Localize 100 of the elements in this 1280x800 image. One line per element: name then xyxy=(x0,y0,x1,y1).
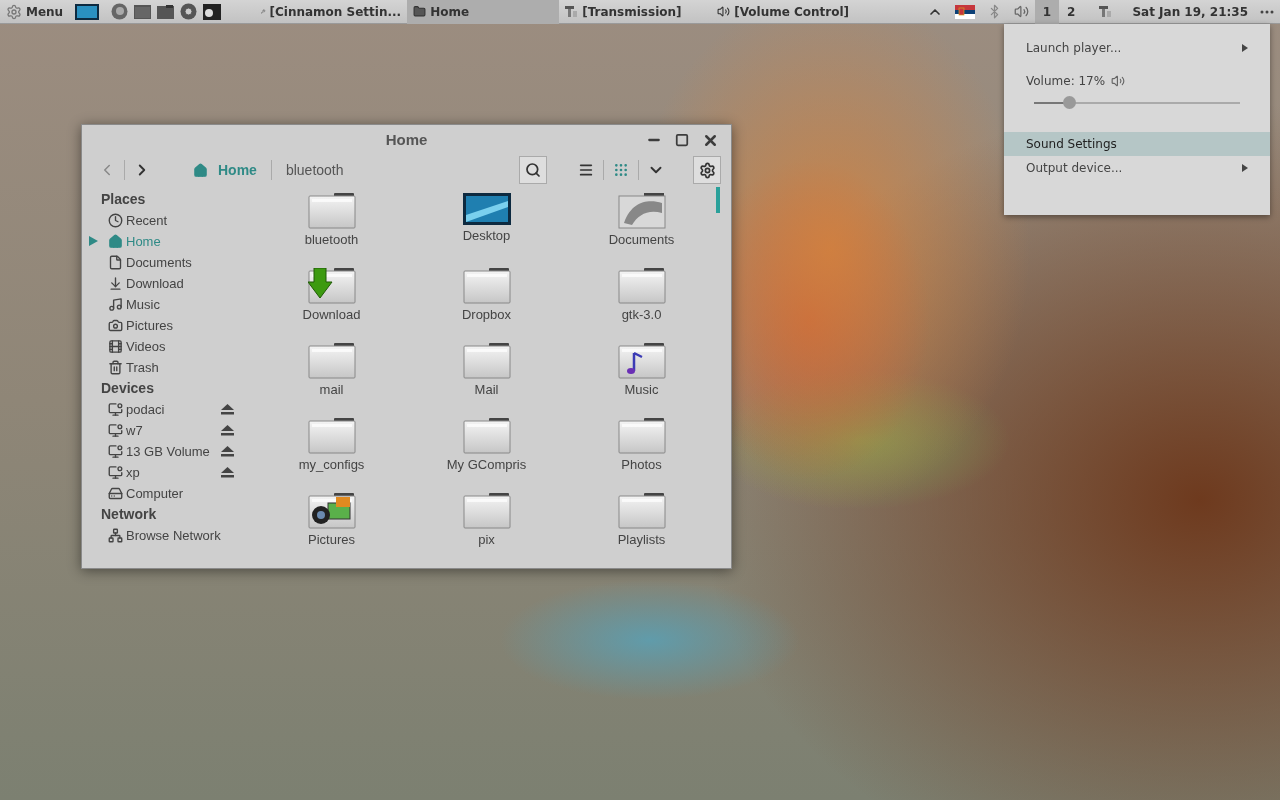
settings-button[interactable] xyxy=(693,156,721,184)
eject-icon[interactable] xyxy=(221,404,234,415)
network-share-icon xyxy=(108,444,123,459)
search-icon xyxy=(525,162,541,178)
sidebar-item[interactable]: Music xyxy=(82,294,246,315)
folder-icon xyxy=(462,493,511,529)
sidebar-item[interactable]: Computer xyxy=(82,483,246,504)
scrollbar-thumb[interactable] xyxy=(716,187,720,213)
eject-icon[interactable] xyxy=(221,446,234,457)
file-name[interactable]: Dropbox xyxy=(461,307,512,322)
network-share-icon xyxy=(108,423,123,438)
folder-icon xyxy=(617,418,666,454)
folder-icon xyxy=(462,268,511,304)
download-folder-icon xyxy=(307,268,356,304)
music-icon xyxy=(108,297,123,312)
window-list-button[interactable]: [Volume Control] xyxy=(711,0,864,24)
folder-icon xyxy=(307,418,356,454)
file-name[interactable]: bluetooth xyxy=(304,232,359,247)
search-button[interactable] xyxy=(519,156,547,184)
submenu-arrow-icon xyxy=(1242,164,1248,172)
volume-icon[interactable] xyxy=(1013,4,1029,19)
sidebar-item[interactable]: Recent xyxy=(82,210,246,231)
sidebar-item[interactable]: 13 GB Volume xyxy=(82,441,246,462)
window-list-button[interactable]: [Cinnamon Settin... xyxy=(255,0,408,24)
file-name[interactable]: Playlists xyxy=(617,532,666,547)
grid-icon xyxy=(613,162,629,178)
eject-icon[interactable] xyxy=(221,467,234,478)
window-list-button[interactable]: Home xyxy=(407,0,560,24)
home-icon xyxy=(108,234,123,249)
network-icon xyxy=(108,528,123,543)
folder-icon xyxy=(617,493,666,529)
file-name[interactable]: Documents xyxy=(608,232,675,247)
speaker-icon xyxy=(1111,74,1126,88)
browser-icon[interactable] xyxy=(111,3,129,20)
file-name[interactable]: Photos xyxy=(621,457,662,472)
path-button[interactable]: bluetooth xyxy=(277,162,352,178)
pictures-folder-icon xyxy=(307,493,356,529)
sidebar-heading: Places xyxy=(100,190,147,209)
window-list-button[interactable]: [Transmission] xyxy=(559,0,712,24)
file-name[interactable]: my_configs xyxy=(298,457,365,472)
settings-icon xyxy=(698,161,716,179)
documents-folder-icon xyxy=(617,193,666,229)
file-name[interactable]: Download xyxy=(302,307,361,322)
window-title: Home xyxy=(385,130,428,148)
speaker-icon xyxy=(717,5,731,18)
volume-label: Volume: 17% xyxy=(1026,74,1106,88)
trash-icon xyxy=(108,360,123,375)
music-folder-icon xyxy=(617,343,666,379)
terminal-icon[interactable] xyxy=(134,4,152,19)
speaker-box-icon[interactable] xyxy=(203,3,222,20)
file-name[interactable]: Music xyxy=(624,382,659,397)
sidebar-item[interactable]: Browse Network xyxy=(82,525,246,546)
screen-icon[interactable] xyxy=(75,3,100,20)
flag-icon[interactable] xyxy=(954,4,975,19)
menu-item[interactable]: Launch player... xyxy=(1004,36,1270,60)
film-icon xyxy=(108,339,123,354)
menu-item[interactable]: Output device... xyxy=(1004,156,1270,180)
sidebar-item[interactable]: Videos xyxy=(82,336,246,357)
gear-icon xyxy=(6,3,22,20)
workspace-button[interactable]: 1 xyxy=(1034,0,1060,24)
sidebar-heading: Network xyxy=(100,505,158,524)
menu-button[interactable]: Menu xyxy=(0,0,70,24)
desktop-folder-icon xyxy=(462,193,511,225)
document-icon xyxy=(108,255,123,270)
clock-icon xyxy=(108,213,123,228)
eject-icon[interactable] xyxy=(221,425,234,436)
slider-thumb[interactable] xyxy=(1063,96,1076,109)
folder-icon xyxy=(462,418,511,454)
file-name[interactable]: pix xyxy=(478,532,495,547)
folder-icon xyxy=(307,193,356,229)
clock[interactable]: Sat Jan 19, 21:35 xyxy=(1126,0,1254,24)
file-name[interactable]: Pictures xyxy=(308,532,355,547)
file-name[interactable]: gtk-3.0 xyxy=(621,307,662,322)
list-icon xyxy=(578,162,594,178)
download-icon xyxy=(108,276,123,291)
sidebar-item[interactable]: Trash xyxy=(82,357,246,378)
home-icon xyxy=(193,162,208,178)
network-share-icon xyxy=(108,402,123,417)
file-name[interactable]: mail xyxy=(319,382,344,397)
browser-icon[interactable] xyxy=(180,3,198,20)
sidebar-item[interactable]: Documents xyxy=(82,252,246,273)
submenu-arrow-icon xyxy=(1242,44,1248,52)
maximize-icon xyxy=(675,133,689,147)
more-icon[interactable] xyxy=(1260,9,1274,14)
folder-icon xyxy=(617,268,666,304)
network-share-icon xyxy=(108,465,123,480)
menu-item[interactable]: Sound Settings xyxy=(1004,132,1270,156)
sidebar-item[interactable]: podaci xyxy=(82,399,246,420)
sidebar-item[interactable]: xp xyxy=(82,462,246,483)
folder-icon[interactable] xyxy=(157,4,175,19)
folder-icon xyxy=(462,343,511,379)
sidebar-item[interactable]: Download xyxy=(82,273,246,294)
transmission-icon xyxy=(1099,5,1113,18)
sidebar-item[interactable]: w7 xyxy=(82,420,246,441)
workspace-button[interactable]: 2 xyxy=(1059,0,1084,24)
file-name[interactable]: Desktop xyxy=(462,228,511,243)
selection-arrow-icon xyxy=(89,236,98,246)
file-name[interactable]: Mail xyxy=(474,382,499,397)
file-name[interactable]: My GCompris xyxy=(446,457,527,472)
sidebar-item[interactable]: Pictures xyxy=(82,315,246,336)
